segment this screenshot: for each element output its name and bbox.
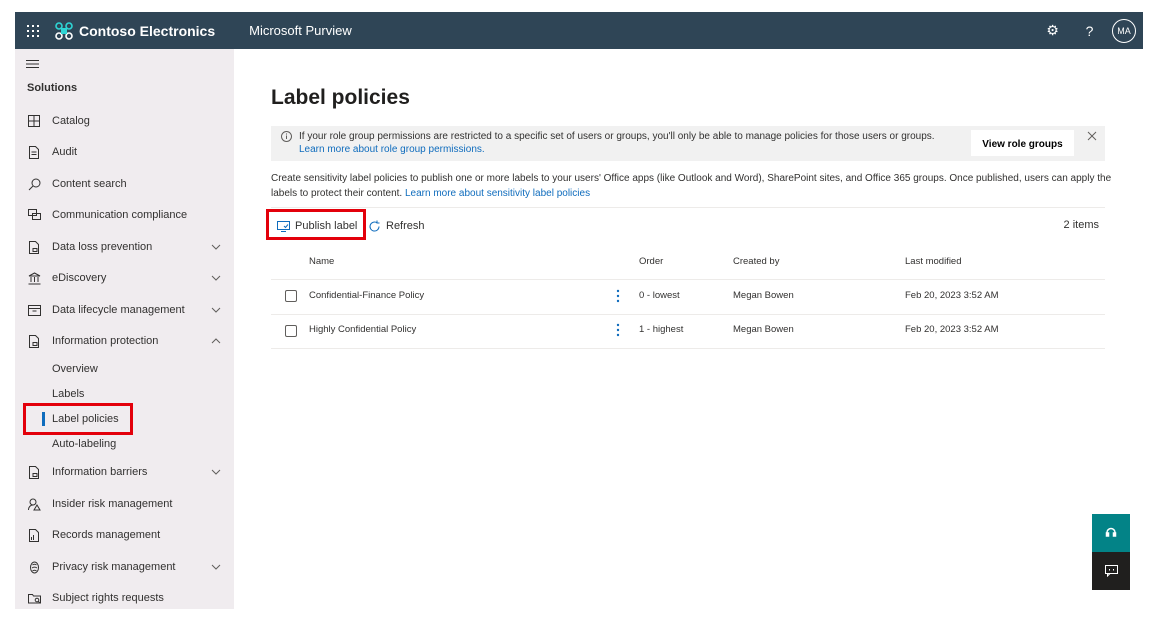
- sidebar-item-records-management[interactable]: Records management: [15, 521, 234, 549]
- policy-created-by: Megan Bowen: [733, 324, 794, 335]
- sidebar-item-audit[interactable]: Audit: [15, 138, 234, 166]
- gear-icon: ⚙: [1046, 22, 1059, 38]
- audit-icon: [27, 145, 41, 159]
- feedback-button[interactable]: [1092, 552, 1130, 590]
- ediscovery-icon: [27, 271, 41, 285]
- support-button[interactable]: [1092, 514, 1130, 552]
- hamburger-icon[interactable]: [26, 58, 40, 70]
- info-banner: If your role group permissions are restr…: [271, 126, 1105, 161]
- sidebar-subitem-auto-labeling[interactable]: Auto-labeling: [52, 434, 116, 454]
- column-header-created-by[interactable]: Created by: [733, 256, 779, 267]
- info-icon: [281, 131, 292, 142]
- subject-rights-icon: [27, 591, 41, 605]
- settings-button[interactable]: ⚙: [1034, 12, 1071, 49]
- sidebar-subitem-labels[interactable]: Labels: [52, 384, 84, 404]
- chevron-down-icon[interactable]: [211, 467, 221, 477]
- help-button[interactable]: ?: [1071, 12, 1108, 49]
- row-checkbox[interactable]: [285, 325, 297, 337]
- page-title: Label policies: [271, 86, 410, 109]
- insider-risk-icon: [27, 497, 41, 511]
- banner-text: If your role group permissions are restr…: [299, 131, 935, 155]
- column-header-order[interactable]: Order: [639, 256, 663, 267]
- communication-icon: [27, 208, 41, 222]
- chevron-down-icon[interactable]: [211, 562, 221, 572]
- policy-order: 1 - highest: [639, 324, 684, 335]
- help-icon: ?: [1085, 22, 1094, 39]
- policy-name[interactable]: Confidential-Finance Policy: [309, 290, 424, 301]
- sidebar-item-ediscovery[interactable]: eDiscovery: [15, 264, 234, 292]
- waffle-icon: [27, 24, 39, 37]
- chevron-up-icon[interactable]: [211, 336, 221, 346]
- sensitivity-label-policies-link[interactable]: Learn more about sensitivity label polic…: [405, 188, 590, 199]
- column-header-name[interactable]: Name: [309, 256, 334, 267]
- headset-icon: [1105, 527, 1117, 537]
- policy-last-modified: Feb 20, 2023 3:52 AM: [905, 324, 999, 335]
- column-header-last-modified[interactable]: Last modified: [905, 256, 962, 267]
- page-description: Create sensitivity label policies to pub…: [271, 173, 1112, 199]
- contoso-logo-icon: [55, 21, 73, 40]
- org-name: Contoso Electronics: [79, 22, 216, 39]
- app-launcher-button[interactable]: [15, 12, 51, 49]
- catalog-icon: [27, 114, 41, 128]
- role-group-permissions-link[interactable]: Learn more about role group permissions.: [299, 144, 485, 155]
- policy-order: 0 - lowest: [639, 290, 680, 301]
- sidebar-item-data-loss-prevention[interactable]: Data loss prevention: [15, 233, 234, 261]
- records-icon: [27, 528, 41, 542]
- sidebar-item-catalog[interactable]: Catalog: [15, 107, 234, 135]
- feedback-icon: [1104, 565, 1118, 577]
- sidebar-subitem-overview[interactable]: Overview: [52, 359, 98, 379]
- sidebar-item-information-protection[interactable]: Information protection: [15, 327, 234, 355]
- view-role-groups-button[interactable]: View role groups: [971, 130, 1074, 156]
- sidebar-item-privacy-risk-management[interactable]: Privacy risk management: [15, 553, 234, 581]
- highlight-box: [23, 403, 133, 435]
- data-loss-icon: [27, 240, 41, 254]
- sidebar-item-insider-risk-management[interactable]: Insider risk management: [15, 490, 234, 518]
- info-barriers-icon: [27, 465, 41, 479]
- sidebar: Solutions Catalog Audit Content search C…: [15, 49, 234, 609]
- policy-last-modified: Feb 20, 2023 3:52 AM: [905, 290, 999, 301]
- policy-name[interactable]: Highly Confidential Policy: [309, 324, 416, 335]
- sidebar-item-information-barriers[interactable]: Information barriers: [15, 458, 234, 486]
- policy-created-by: Megan Bowen: [733, 290, 794, 301]
- org-brand[interactable]: Contoso Electronics: [55, 21, 216, 40]
- main-content: Label policies If your role group permis…: [234, 49, 1143, 609]
- chevron-down-icon[interactable]: [211, 242, 221, 252]
- row-divider: [271, 279, 1105, 280]
- refresh-icon: [369, 220, 380, 232]
- row-checkbox[interactable]: [285, 290, 297, 302]
- row-divider: [271, 314, 1105, 315]
- product-name: Microsoft Purview: [249, 23, 352, 38]
- more-options-icon[interactable]: [615, 289, 621, 303]
- row-divider: [271, 348, 1105, 349]
- highlight-box: [266, 209, 366, 240]
- item-count: 2 items: [1063, 219, 1099, 231]
- privacy-icon: [27, 560, 41, 574]
- info-protection-icon: [27, 334, 41, 348]
- close-icon[interactable]: [1087, 131, 1097, 141]
- search-icon: [27, 177, 41, 191]
- archive-icon: [27, 303, 41, 317]
- sidebar-heading: Solutions: [27, 82, 78, 94]
- sidebar-item-data-lifecycle-management[interactable]: Data lifecycle management: [15, 296, 234, 324]
- sidebar-item-subject-rights-requests[interactable]: Subject rights requests: [15, 584, 234, 612]
- chevron-down-icon[interactable]: [211, 273, 221, 283]
- top-bar: Contoso Electronics Microsoft Purview ⚙ …: [15, 12, 1143, 49]
- refresh-button[interactable]: Refresh: [368, 216, 425, 236]
- sidebar-item-communication-compliance[interactable]: Communication compliance: [15, 201, 234, 229]
- more-options-icon[interactable]: [615, 323, 621, 337]
- chevron-down-icon[interactable]: [211, 305, 221, 315]
- sidebar-item-content-search[interactable]: Content search: [15, 170, 234, 198]
- avatar[interactable]: MA: [1112, 18, 1136, 43]
- divider: [271, 207, 1105, 208]
